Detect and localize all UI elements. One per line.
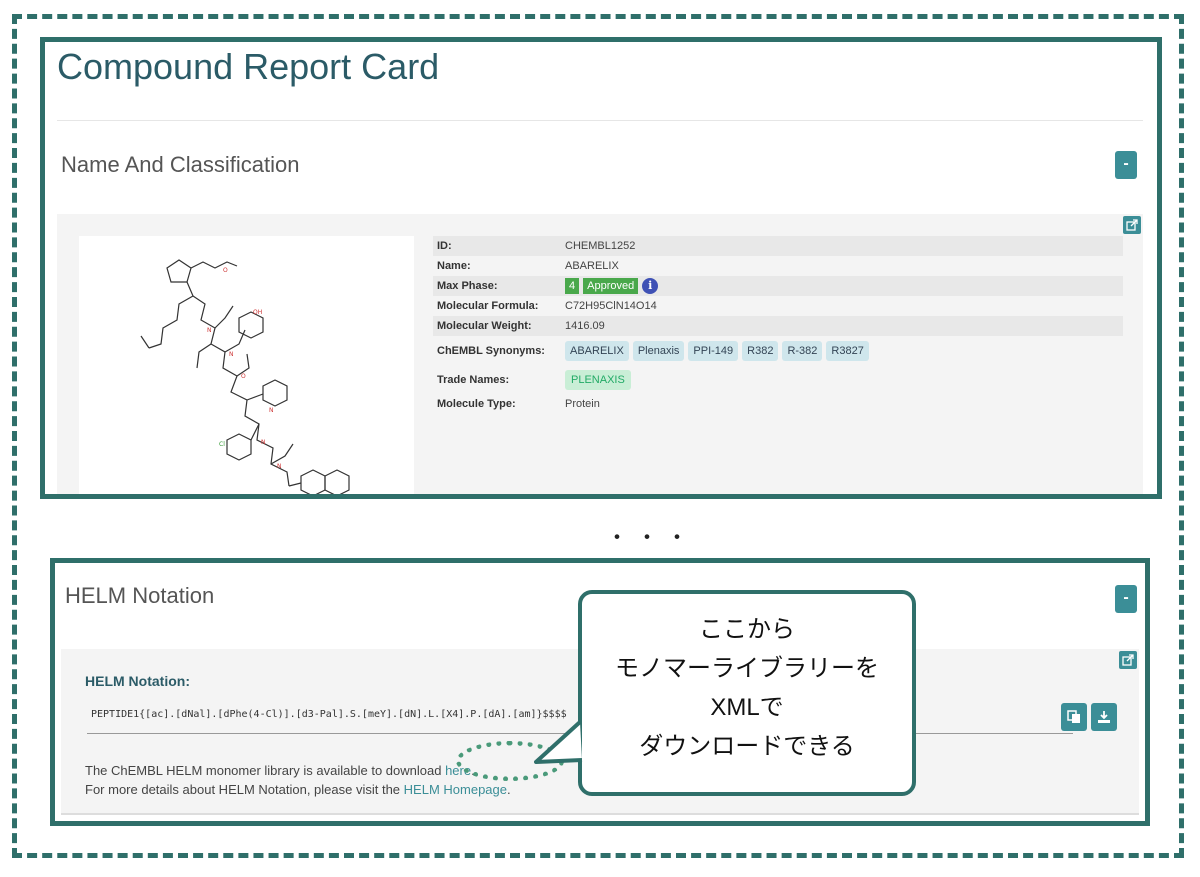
synonym-chip: R382 xyxy=(742,341,779,361)
formula-value: C72H95ClN14O14 xyxy=(565,300,657,312)
property-row-synonyms: ChEMBL Synonyms: ABARELIX Plenaxis PPI-1… xyxy=(433,336,1123,366)
property-row-trade: Trade Names: PLENAXIS xyxy=(433,366,1123,394)
ellipsis-separator: ・・・ xyxy=(606,525,697,550)
annotation-callout: ここから モノマーライブラリーを XMLで ダウンロードできる xyxy=(578,590,916,796)
synonym-chip: Plenaxis xyxy=(632,341,685,361)
callout-line: ダウンロードできる xyxy=(639,733,855,760)
approved-badge: Approved xyxy=(583,278,639,294)
synonym-chip: R3827 xyxy=(826,341,869,361)
property-row-formula: Molecular Formula: C72H95ClN14O14 xyxy=(433,296,1123,316)
synonym-chip: PPI-149 xyxy=(688,341,739,361)
svg-text:N: N xyxy=(207,327,212,334)
classification-card: O N N O N N N OH Cl ID: CHEMBL1252 Name: ABAR… xyxy=(57,214,1143,494)
property-row-type: Molecule Type: Protein xyxy=(433,394,1123,414)
molecule-structure-image: O N N O N N N OH Cl xyxy=(79,236,414,494)
callout-line: ここから xyxy=(699,616,795,643)
synonym-chip: R-382 xyxy=(782,341,823,361)
synonyms-label: ChEMBL Synonyms: xyxy=(437,345,545,357)
helm-homepage-link[interactable]: HELM Homepage xyxy=(404,782,507,797)
info-icon[interactable]: i xyxy=(642,278,659,294)
property-row-id: ID: CHEMBL1252 xyxy=(433,236,1123,256)
download-icon[interactable] xyxy=(1091,703,1117,731)
property-row-weight: Molecular Weight: 1416.09 xyxy=(433,316,1123,336)
id-value: CHEMBL1252 xyxy=(565,240,636,252)
svg-text:N: N xyxy=(261,439,266,446)
property-table: ID: CHEMBL1252 Name: ABARELIX Max Phase:… xyxy=(433,236,1123,414)
collapse-button[interactable]: - xyxy=(1115,585,1137,613)
share-icon[interactable] xyxy=(1123,216,1141,234)
divider xyxy=(57,120,1143,121)
type-label: Molecule Type: xyxy=(437,398,516,410)
svg-text:O: O xyxy=(241,373,246,380)
section-title-helm: HELM Notation xyxy=(65,583,215,608)
synonyms-list: ABARELIX Plenaxis PPI-149 R382 R-382 R38… xyxy=(565,341,869,361)
svg-text:N: N xyxy=(269,407,274,414)
callout-text: ここから モノマーライブラリーを XMLで ダウンロードできる xyxy=(582,610,912,766)
share-icon[interactable] xyxy=(1119,651,1137,669)
callout-line: モノマーライブラリーを xyxy=(615,655,879,682)
svg-text:N: N xyxy=(277,463,282,470)
helm-notation-string: PEPTIDE1{[ac].[dNal].[dPhe(4-Cl)].[d3-Pa… xyxy=(91,709,567,720)
weight-value: 1416.09 xyxy=(565,320,605,332)
page-title: Compound Report Card xyxy=(57,46,440,87)
copy-icon[interactable] xyxy=(1061,703,1087,731)
library-download-text: The ChEMBL HELM monomer library is avail… xyxy=(85,763,475,778)
trade-name-chip: PLENAXIS xyxy=(565,370,631,390)
compound-report-panel: Compound Report Card Name And Classifica… xyxy=(40,37,1162,499)
phase-value: 4 Approved i xyxy=(565,278,659,294)
collapse-button[interactable]: - xyxy=(1115,151,1137,179)
phase-label: Max Phase: xyxy=(437,280,498,292)
name-label: Name: xyxy=(437,260,471,272)
property-row-phase: Max Phase: 4 Approved i xyxy=(433,276,1123,296)
helm-details-text: For more details about HELM Notation, pl… xyxy=(85,782,511,797)
type-value: Protein xyxy=(565,398,600,410)
svg-text:N: N xyxy=(229,351,234,358)
section-title-name-classification: Name And Classification xyxy=(61,152,300,177)
trade-label: Trade Names: xyxy=(437,374,510,386)
svg-text:OH: OH xyxy=(253,309,262,316)
callout-line: XMLで xyxy=(710,694,784,721)
property-row-name: Name: ABARELIX xyxy=(433,256,1123,276)
phase-number-badge: 4 xyxy=(565,278,580,294)
name-value: ABARELIX xyxy=(565,260,619,272)
weight-label: Molecular Weight: xyxy=(437,320,532,332)
id-label: ID: xyxy=(437,240,452,252)
helm-label: HELM Notation: xyxy=(85,673,190,689)
callout-tail xyxy=(534,720,583,764)
svg-text:O: O xyxy=(223,267,228,274)
synonym-chip: ABARELIX xyxy=(565,341,629,361)
svg-text:Cl: Cl xyxy=(219,441,225,448)
formula-label: Molecular Formula: xyxy=(437,300,539,312)
